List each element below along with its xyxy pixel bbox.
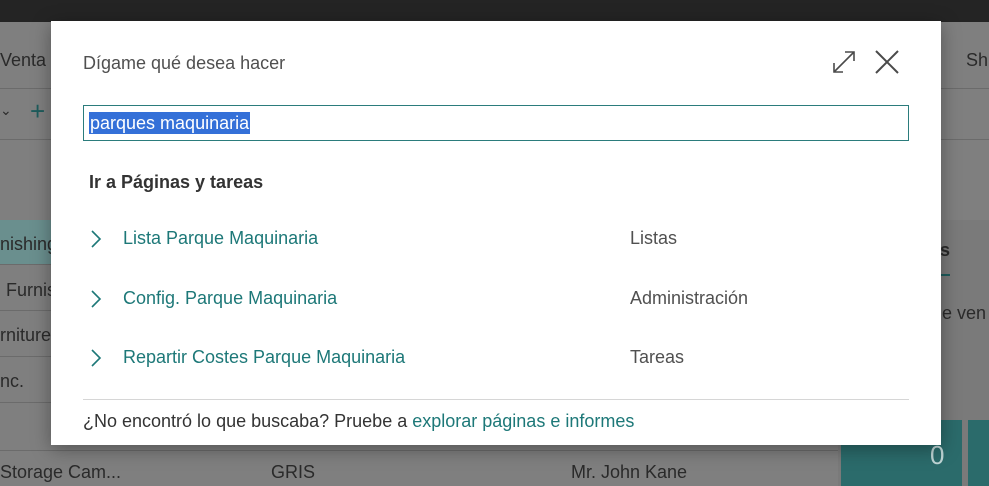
- tell-me-dialog: Dígame qué desea hacer parques maquinari…: [51, 21, 941, 445]
- background-row-name: rniture: [0, 325, 52, 345]
- close-icon[interactable]: [873, 48, 901, 76]
- plus-icon: +: [30, 96, 46, 126]
- background-row-color: GRIS: [271, 462, 316, 482]
- result-item-category: Administración: [630, 288, 749, 308]
- result-item[interactable]: Config. Parque Maquinaria Administración: [83, 279, 909, 319]
- background-tab-right: Sh: [966, 50, 989, 70]
- background-row-name: nishing: [0, 234, 58, 254]
- background-row-divider: [0, 402, 52, 403]
- result-item[interactable]: Lista Parque Maquinaria Listas: [83, 219, 909, 259]
- chevron-right-icon: [91, 230, 102, 248]
- background-row-name: Storage Cam...: [0, 462, 122, 482]
- dialog-title: Dígame qué desea hacer: [83, 53, 286, 73]
- section-heading-pages-tasks: Ir a Páginas y tareas: [89, 172, 264, 192]
- chevron-right-icon: [91, 349, 102, 367]
- dialog-footer: ¿No encontró lo que buscaba? Pruebe a ex…: [83, 411, 634, 432]
- background-row-name: nc.: [0, 371, 25, 391]
- background-row-divider: [0, 450, 838, 451]
- background-factbox-text: e ven: [942, 303, 987, 323]
- background-row-divider: [0, 356, 52, 357]
- result-item[interactable]: Repartir Costes Parque Maquinaria Tareas: [83, 338, 909, 378]
- search-input[interactable]: parques maquinaria: [83, 105, 909, 141]
- result-item-label[interactable]: Repartir Costes Parque Maquinaria: [123, 347, 405, 368]
- result-item-category: Tareas: [630, 347, 685, 367]
- footer-divider: [83, 399, 909, 400]
- expand-icon[interactable]: [831, 49, 857, 75]
- background-tab-ventas: Venta: [0, 50, 47, 70]
- background-cue-tile: [968, 420, 989, 486]
- background-row-divider: [0, 264, 52, 265]
- result-item-label[interactable]: Config. Parque Maquinaria: [123, 288, 337, 309]
- background-arrow-icon: ⌄: [0, 102, 12, 118]
- background-row-divider: [0, 310, 52, 311]
- search-input-value: parques maquinaria: [89, 112, 251, 134]
- background-row-contact: Mr. John Kane: [571, 462, 688, 482]
- footer-text: ¿No encontró lo que buscaba? Pruebe a: [83, 411, 413, 431]
- result-item-category: Listas: [630, 228, 678, 248]
- background-factbox-heading: s: [940, 240, 951, 260]
- explore-pages-link[interactable]: explorar páginas e informes: [412, 411, 634, 431]
- chevron-right-icon: [91, 290, 102, 308]
- result-item-label[interactable]: Lista Parque Maquinaria: [123, 228, 318, 249]
- app-top-bar: [0, 0, 989, 22]
- background-row-name: Furnis: [6, 280, 57, 300]
